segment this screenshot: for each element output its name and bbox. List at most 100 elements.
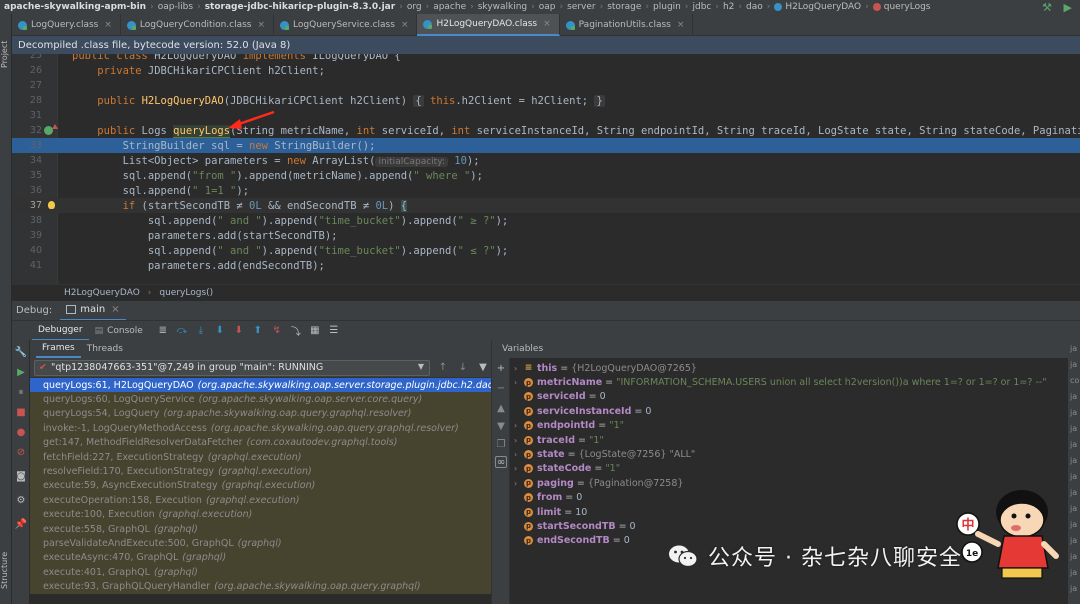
editor-tab[interactable]: LogQueryCondition.class ×: [121, 14, 275, 36]
threads-dump-icon[interactable]: ≣: [155, 323, 171, 339]
settings-icon[interactable]: ⚙: [15, 494, 27, 506]
code-line[interactable]: 27: [12, 78, 1080, 93]
variable-row[interactable]: p serviceId = 0: [514, 390, 1064, 404]
breadcrumb-item[interactable]: server: [567, 2, 596, 12]
editor-tab[interactable]: PaginationUtils.class ×: [560, 14, 694, 36]
close-icon[interactable]: ×: [104, 20, 112, 30]
camera-icon[interactable]: ◙: [15, 470, 27, 482]
stack-frame-row[interactable]: fetchField:227, ExecutionStrategy (graphq…: [30, 449, 491, 465]
stack-frame-row[interactable]: parseValidateAndExecute:500, GraphQL (gra…: [30, 536, 491, 551]
breadcrumb-item[interactable]: storage-jdbc-hikaricp-plugin-8.3.0.jar: [205, 2, 396, 12]
stack-frame-row[interactable]: execute:59, AsyncExecutionStrategy (graph…: [30, 478, 491, 494]
stack-frame-row[interactable]: execute:401, GraphQL (graphql): [30, 565, 491, 580]
debug-session-tab[interactable]: main ×: [60, 301, 126, 321]
breadcrumb-item[interactable]: plugin: [653, 2, 681, 12]
variable-row[interactable]: › p stateCode = "1": [514, 462, 1064, 476]
stack-frame-row[interactable]: executeOperation:158, Execution (graphql.…: [30, 493, 491, 508]
breadcrumb-item[interactable]: oap-libs: [158, 2, 193, 12]
code-line[interactable]: 34 List<Object> parameters = new ArrayLi…: [12, 153, 1080, 168]
variable-row[interactable]: › ≡ this = {H2LogQueryDAO@7265}: [514, 361, 1064, 375]
step-into-icon[interactable]: ⬇: [212, 323, 228, 339]
chevron-right-icon[interactable]: ›: [514, 450, 524, 459]
editor-crumb-class[interactable]: H2LogQueryDAO: [64, 288, 140, 298]
breadcrumb-item[interactable]: apache: [433, 2, 466, 12]
tab-console[interactable]: ▤ Console: [89, 321, 149, 341]
wrench-icon[interactable]: 🔧: [15, 346, 27, 358]
close-icon[interactable]: ×: [257, 20, 265, 30]
copy-icon[interactable]: ❐: [495, 438, 507, 450]
close-icon[interactable]: ×: [401, 20, 409, 30]
breadcrumb-item[interactable]: queryLogs: [872, 2, 931, 12]
resume-icon[interactable]: ▶: [15, 366, 27, 378]
variable-row[interactable]: › p endpointId = "1": [514, 419, 1064, 433]
add-icon[interactable]: +: [495, 362, 507, 374]
evaluate-expression-icon[interactable]: ▦: [307, 323, 323, 339]
trace-icon[interactable]: ☰: [326, 323, 342, 339]
variable-row[interactable]: › p metricName = "INFORMATION_SCHEMA.USERS u…: [514, 375, 1064, 389]
down-arrow-icon[interactable]: ▼: [495, 420, 507, 432]
close-icon[interactable]: ×: [111, 304, 119, 315]
close-icon[interactable]: ×: [677, 20, 685, 30]
chevron-right-icon[interactable]: ›: [514, 378, 524, 387]
breadcrumb-item[interactable]: org: [407, 2, 422, 12]
variable-row[interactable]: › p state = {LogState@7256} "ALL": [514, 447, 1064, 461]
breadcrumb-item[interactable]: skywalking: [478, 2, 527, 12]
stack-frame-row[interactable]: queryLogs:54, LogQuery (org.apache.skywal…: [30, 406, 491, 422]
code-line[interactable]: 41 parameters.add(endSecondTB);: [12, 258, 1080, 273]
stack-frame-row[interactable]: invoke:-1, LogQueryMethodAccess (org.apac…: [30, 421, 491, 436]
show-execution-point-icon[interactable]: ⤼: [174, 323, 190, 339]
force-step-into-icon[interactable]: ⬇: [231, 323, 247, 339]
implements-method-icon[interactable]: [44, 124, 58, 135]
up-arrow-icon[interactable]: ▲: [495, 402, 507, 414]
stop-icon[interactable]: ■: [15, 406, 27, 418]
build-icon[interactable]: ⚒: [1042, 1, 1052, 14]
mute-breakpoints-icon[interactable]: ⊘: [15, 446, 27, 458]
stack-frame-row[interactable]: queryLogs:60, LogQueryService (org.apache…: [30, 392, 491, 407]
breadcrumb-item[interactable]: jdbc: [692, 2, 711, 12]
stack-frame-row[interactable]: execute:93, GraphQLQueryHandler (org.apac…: [30, 579, 491, 594]
breadcrumb-item[interactable]: dao: [746, 2, 763, 12]
lightbulb-icon[interactable]: [48, 201, 55, 209]
editor-tab[interactable]: H2LogQueryDAO.class ×: [417, 14, 560, 36]
drop-frame-icon[interactable]: ↯: [269, 323, 285, 339]
chevron-right-icon[interactable]: ›: [514, 421, 524, 430]
breadcrumb-item[interactable]: H2LogQueryDAO: [774, 2, 861, 12]
close-icon[interactable]: ×: [543, 19, 551, 29]
editor-tab[interactable]: LogQueryService.class ×: [274, 14, 418, 36]
code-line[interactable]: 25 public class H2LogQueryDAO implements …: [12, 54, 1080, 63]
run-icon[interactable]: ▶: [1064, 1, 1072, 14]
code-editor[interactable]: 25 public class H2LogQueryDAO implements …: [12, 54, 1080, 284]
editor-crumb-method[interactable]: queryLogs(): [159, 288, 213, 298]
tab-debugger[interactable]: Debugger: [32, 321, 89, 341]
step-out-icon[interactable]: ⬆: [250, 323, 266, 339]
code-line[interactable]: 40 sql.append(" and ").append("time_buck…: [12, 243, 1080, 258]
view-breakpoints-icon[interactable]: ●: [15, 426, 27, 438]
stack-frame-row[interactable]: get:147, MethodFieldResolverDataFetcher(…: [30, 435, 491, 450]
code-line[interactable]: 36 sql.append(" 1=1 ");: [12, 183, 1080, 198]
code-line[interactable]: 33 StringBuilder sql = new StringBuilder…: [12, 138, 1080, 153]
code-line[interactable]: 35 sql.append("from ").append(metricName…: [12, 168, 1080, 183]
stack-frame-row[interactable]: queryLogs:61, H2LogQueryDAO (org.apache.s…: [30, 378, 491, 393]
editor-tab[interactable]: LogQuery.class ×: [12, 14, 121, 36]
tab-threads[interactable]: Threads: [81, 340, 129, 358]
stack-frame-row[interactable]: execute:558, GraphQL (graphql): [30, 521, 491, 537]
structure-tool-button[interactable]: Structure: [0, 540, 12, 600]
stack-frame-row[interactable]: resolveField:170, ExecutionStrategy (grap…: [30, 464, 491, 479]
glasses-icon[interactable]: ∞: [495, 456, 507, 468]
down-arrow-icon[interactable]: ↓: [456, 360, 470, 376]
code-line[interactable]: 31: [12, 108, 1080, 123]
chevron-right-icon[interactable]: ›: [514, 479, 524, 488]
chevron-right-icon[interactable]: ›: [514, 464, 524, 473]
chevron-right-icon[interactable]: ›: [514, 364, 524, 373]
tab-frames[interactable]: Frames: [36, 340, 81, 358]
breadcrumb-item[interactable]: storage: [607, 2, 641, 12]
code-line[interactable]: 26 private JDBCHikariCPClient h2Client;: [12, 63, 1080, 78]
code-line[interactable]: 38 sql.append(" and ").append("time_buck…: [12, 213, 1080, 228]
variable-row[interactable]: › p traceId = "1": [514, 433, 1064, 447]
step-over-icon[interactable]: ⤓: [193, 323, 209, 339]
pin-icon[interactable]: 📌: [15, 518, 27, 530]
breadcrumb-item[interactable]: oap: [539, 2, 556, 12]
remove-icon[interactable]: −: [495, 382, 507, 394]
stack-frame-row[interactable]: execute:100, Execution (graphql.execution…: [30, 507, 491, 522]
code-line[interactable]: 32 public Logs queryLogs(String metricNa…: [12, 123, 1080, 138]
